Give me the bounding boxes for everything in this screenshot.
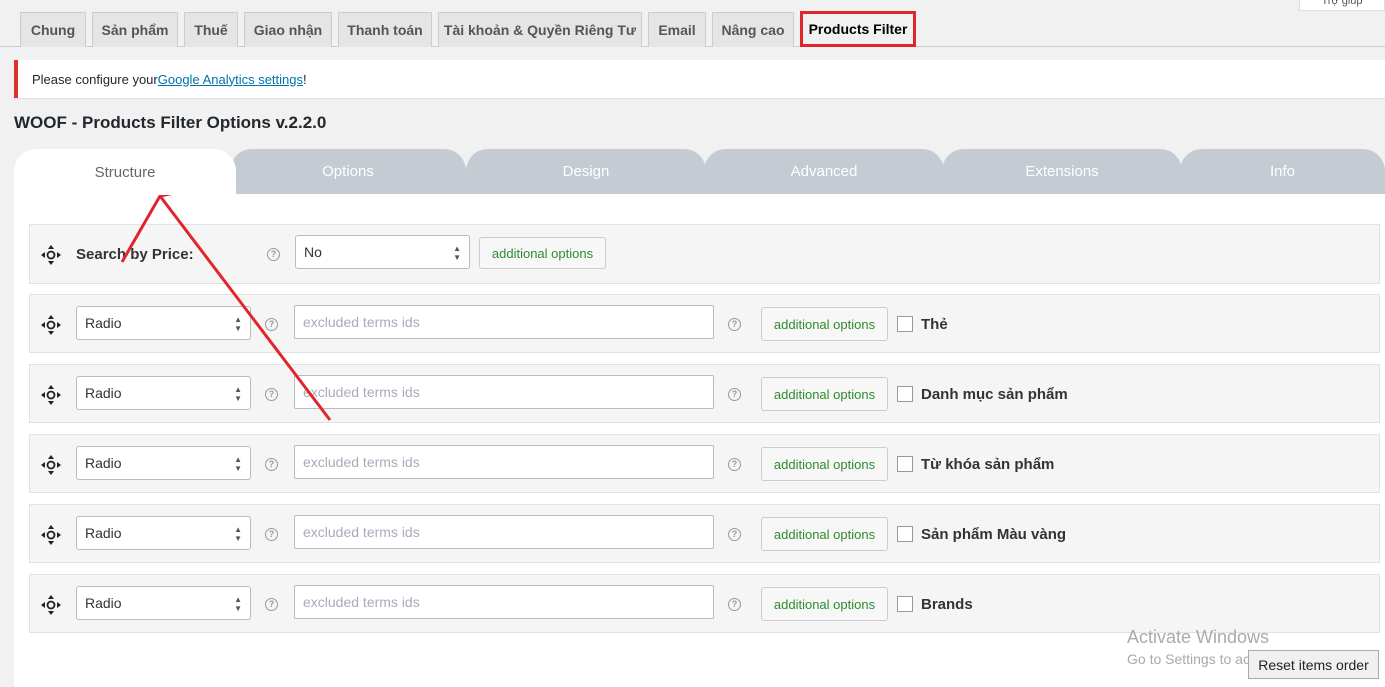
type-select-value: Radio <box>85 455 122 471</box>
select-arrows-icon: ▲ ▼ <box>234 595 242 613</box>
tab-tai-khoan[interactable]: Tài khoản & Quyền Riêng Tư <box>438 12 642 47</box>
tab-giao-nhan[interactable]: Giao nhận <box>244 12 332 47</box>
google-analytics-settings-link[interactable]: Google Analytics settings <box>158 72 303 87</box>
taxonomy-row-brands: Radio ▲ ▼ ? excluded terms ids ? addition… <box>29 574 1380 633</box>
tab-chung[interactable]: Chung <box>20 12 86 47</box>
type-select[interactable]: Radio ▲ ▼ <box>76 446 251 480</box>
type-select-value: Radio <box>85 385 122 401</box>
page-title: WOOF - Products Filter Options v.2.2.0 <box>14 113 327 132</box>
drag-handle-icon[interactable] <box>40 244 62 266</box>
tab-thue[interactable]: Thuế <box>184 12 238 47</box>
taxonomy-row-mau-vang: Radio ▲ ▼ ? excluded terms ids ? addition… <box>29 504 1380 563</box>
tab-nang-cao[interactable]: Nâng cao <box>712 12 794 47</box>
type-select-value: Radio <box>85 595 122 611</box>
notice-prefix: Please configure your <box>32 71 158 87</box>
excluded-terms-input[interactable]: excluded terms ids <box>294 445 714 479</box>
select-arrows-icon: ▲ ▼ <box>234 455 242 473</box>
help-icon[interactable]: ? <box>265 598 278 611</box>
tab-thanh-toan[interactable]: Thanh toán <box>338 12 432 47</box>
help-icon[interactable]: ? <box>265 528 278 541</box>
type-select-value: Radio <box>85 315 122 331</box>
excluded-terms-input[interactable]: excluded terms ids <box>294 375 714 409</box>
price-select-value: No <box>304 244 322 260</box>
tab-advanced[interactable]: Advanced <box>704 149 944 194</box>
taxonomy-row-danh-muc: Radio ▲ ▼ ? excluded terms ids ? addition… <box>29 364 1380 423</box>
taxonomy-label: Danh mục sản phẩm <box>921 386 1068 403</box>
taxonomy-checkbox[interactable] <box>897 316 913 332</box>
tab-options[interactable]: Options <box>230 149 466 194</box>
taxonomy-label: Brands <box>921 596 973 613</box>
drag-handle-icon[interactable] <box>40 384 62 406</box>
help-tab[interactable]: Trợ giúp <box>1299 0 1385 11</box>
drag-handle-icon[interactable] <box>40 454 62 476</box>
select-arrows-icon: ▲ ▼ <box>234 525 242 543</box>
excluded-terms-input[interactable]: excluded terms ids <box>294 305 714 339</box>
select-arrows-icon: ▲ ▼ <box>234 315 242 333</box>
taxonomy-checkbox[interactable] <box>897 386 913 402</box>
taxonomy-row-the: Radio ▲ ▼ ? excluded terms ids ? addition… <box>29 294 1380 353</box>
notice-suffix: ! <box>303 71 307 87</box>
type-select[interactable]: Radio ▲ ▼ <box>76 586 251 620</box>
tab-structure[interactable]: Structure <box>14 149 236 195</box>
drag-handle-icon[interactable] <box>40 314 62 336</box>
additional-options-button[interactable]: additional options <box>761 307 888 341</box>
tab-extensions[interactable]: Extensions <box>942 149 1182 194</box>
excluded-terms-input[interactable]: excluded terms ids <box>294 515 714 549</box>
price-select[interactable]: No ▲ ▼ <box>295 235 470 269</box>
taxonomy-label: Từ khóa sản phẩm <box>921 456 1055 473</box>
price-filter-row: Search by Price: ? No ▲ ▼ additional opti… <box>29 224 1380 284</box>
additional-options-button[interactable]: additional options <box>761 517 888 551</box>
select-arrows-icon: ▲ ▼ <box>234 385 242 403</box>
help-icon[interactable]: ? <box>728 388 741 401</box>
excluded-terms-input[interactable]: excluded terms ids <box>294 585 714 619</box>
tab-design[interactable]: Design <box>466 149 706 194</box>
taxonomy-checkbox[interactable] <box>897 456 913 472</box>
help-icon[interactable]: ? <box>728 458 741 471</box>
settings-tab-bar: Trợ giúp Chung Sản phẩm Thuế Giao nhận T… <box>0 0 1385 47</box>
taxonomy-checkbox[interactable] <box>897 596 913 612</box>
reset-items-order-button[interactable]: Reset items order <box>1248 650 1379 679</box>
type-select[interactable]: Radio ▲ ▼ <box>76 376 251 410</box>
select-arrows-icon: ▲ ▼ <box>453 244 461 262</box>
taxonomy-label: Thẻ <box>921 316 948 333</box>
additional-options-button[interactable]: additional options <box>761 587 888 621</box>
type-select[interactable]: Radio ▲ ▼ <box>76 516 251 550</box>
taxonomy-checkbox[interactable] <box>897 526 913 542</box>
additional-options-button[interactable]: additional options <box>761 377 888 411</box>
help-icon[interactable]: ? <box>267 248 280 261</box>
help-icon[interactable]: ? <box>728 528 741 541</box>
help-icon[interactable]: ? <box>728 598 741 611</box>
type-select-value: Radio <box>85 525 122 541</box>
help-icon[interactable]: ? <box>728 318 741 331</box>
help-icon[interactable]: ? <box>265 458 278 471</box>
help-icon[interactable]: ? <box>265 388 278 401</box>
tab-info[interactable]: Info <box>1180 149 1385 194</box>
tab-san-pham[interactable]: Sản phẩm <box>92 12 178 47</box>
price-label: Search by Price: <box>76 246 194 263</box>
taxonomy-label: Sản phẩm Màu vàng <box>921 526 1067 543</box>
drag-handle-icon[interactable] <box>40 594 62 616</box>
watermark-title: Activate Windows <box>1127 627 1270 647</box>
tab-products-filter[interactable]: Products Filter <box>800 11 916 47</box>
taxonomy-row-tu-khoa: Radio ▲ ▼ ? excluded terms ids ? addition… <box>29 434 1380 493</box>
admin-notice: Please configure your Google Analytics s… <box>14 60 1385 98</box>
tab-email[interactable]: Email <box>648 12 706 47</box>
type-select[interactable]: Radio ▲ ▼ <box>76 306 251 340</box>
help-icon[interactable]: ? <box>265 318 278 331</box>
additional-options-button[interactable]: additional options <box>761 447 888 481</box>
price-additional-options-button[interactable]: additional options <box>479 237 606 269</box>
drag-handle-icon[interactable] <box>40 524 62 546</box>
